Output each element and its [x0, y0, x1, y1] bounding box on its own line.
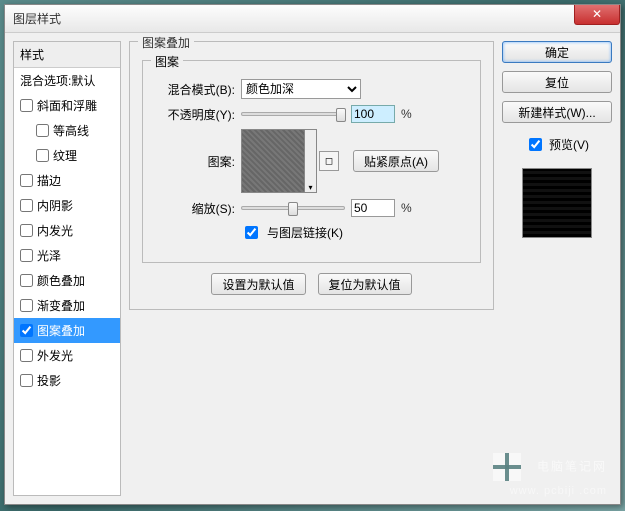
style-label: 描边 [37, 172, 61, 189]
snap-origin-button[interactable]: 贴紧原点(A) [353, 150, 439, 172]
group-title: 图案叠加 [138, 34, 194, 51]
reset-button[interactable]: 复位 [502, 71, 612, 93]
scale-slider-thumb[interactable] [288, 202, 298, 216]
scale-input[interactable] [351, 199, 395, 217]
style-checkbox[interactable] [36, 149, 49, 162]
settings-panel: 图案叠加 图案 混合模式(B): 颜色加深 不透明度(Y): [129, 41, 494, 496]
blend-mode-label: 混合模式(B): [155, 81, 235, 98]
style-label: 等高线 [53, 122, 89, 139]
style-checkbox[interactable] [20, 99, 33, 112]
style-checkbox[interactable] [20, 199, 33, 212]
style-item-5[interactable]: 内发光 [14, 218, 120, 243]
pattern-legend: 图案 [151, 53, 183, 70]
blend-options-label: 混合选项:默认 [20, 72, 95, 89]
styles-list-panel: 样式 混合选项:默认 斜面和浮雕等高线纹理描边内阴影内发光光泽颜色叠加渐变叠加图… [13, 41, 121, 496]
scale-slider[interactable] [241, 206, 345, 210]
style-label: 外发光 [37, 347, 73, 364]
new-style-button[interactable]: 新建样式(W)... [502, 101, 612, 123]
opacity-slider-thumb[interactable] [336, 108, 346, 122]
style-item-8[interactable]: 渐变叠加 [14, 293, 120, 318]
pattern-swatch[interactable] [241, 129, 305, 193]
scale-label: 缩放(S): [155, 200, 235, 217]
style-item-11[interactable]: 投影 [14, 368, 120, 393]
layer-style-dialog: 图层样式 ✕ 样式 混合选项:默认 斜面和浮雕等高线纹理描边内阴影内发光光泽颜色… [4, 4, 621, 505]
style-checkbox[interactable] [20, 349, 33, 362]
styles-header: 样式 [14, 42, 120, 68]
action-panel: 确定 复位 新建样式(W)... 预览(V) [502, 41, 612, 496]
new-preset-icon[interactable]: ◻ [319, 151, 339, 171]
titlebar[interactable]: 图层样式 ✕ [5, 5, 620, 33]
style-checkbox[interactable] [20, 224, 33, 237]
window-title: 图层样式 [13, 10, 61, 27]
pattern-label: 图案: [155, 129, 235, 170]
preview-label: 预览(V) [549, 136, 589, 153]
style-checkbox[interactable] [36, 124, 49, 137]
set-default-button[interactable]: 设置为默认值 [211, 273, 305, 295]
style-checkbox[interactable] [20, 249, 33, 262]
opacity-slider[interactable] [241, 112, 345, 116]
link-with-layer-label: 与图层链接(K) [267, 224, 343, 241]
style-item-1[interactable]: 等高线 [14, 118, 120, 143]
opacity-pct: % [401, 107, 412, 121]
blend-mode-select[interactable]: 颜色加深 [241, 79, 361, 99]
style-item-0[interactable]: 斜面和浮雕 [14, 93, 120, 118]
style-label: 斜面和浮雕 [37, 97, 97, 114]
style-label: 内阴影 [37, 197, 73, 214]
style-item-10[interactable]: 外发光 [14, 343, 120, 368]
style-checkbox[interactable] [20, 299, 33, 312]
style-label: 光泽 [37, 247, 61, 264]
pattern-overlay-group: 图案叠加 图案 混合模式(B): 颜色加深 不透明度(Y): [129, 41, 494, 310]
opacity-input[interactable] [351, 105, 395, 123]
style-label: 投影 [37, 372, 61, 389]
reset-default-button[interactable]: 复位为默认值 [318, 273, 412, 295]
style-item-9[interactable]: 图案叠加 [14, 318, 120, 343]
preview-thumbnail [522, 168, 592, 238]
style-item-4[interactable]: 内阴影 [14, 193, 120, 218]
style-checkbox[interactable] [20, 324, 33, 337]
close-button[interactable]: ✕ [574, 5, 620, 25]
opacity-label: 不透明度(Y): [155, 106, 235, 123]
link-with-layer-checkbox[interactable] [245, 226, 258, 239]
blend-options-item[interactable]: 混合选项:默认 [14, 68, 120, 93]
style-checkbox[interactable] [20, 274, 33, 287]
style-label: 内发光 [37, 222, 73, 239]
pattern-picker-arrow[interactable]: ▾ [305, 129, 317, 193]
style-label: 渐变叠加 [37, 297, 85, 314]
style-label: 颜色叠加 [37, 272, 85, 289]
dialog-content: 样式 混合选项:默认 斜面和浮雕等高线纹理描边内阴影内发光光泽颜色叠加渐变叠加图… [5, 33, 620, 504]
scale-pct: % [401, 201, 412, 215]
preview-checkbox[interactable] [529, 138, 542, 151]
style-item-6[interactable]: 光泽 [14, 243, 120, 268]
style-label: 纹理 [53, 147, 77, 164]
style-checkbox[interactable] [20, 374, 33, 387]
ok-button[interactable]: 确定 [502, 41, 612, 63]
style-item-7[interactable]: 颜色叠加 [14, 268, 120, 293]
pattern-group: 图案 混合模式(B): 颜色加深 不透明度(Y): % [142, 60, 481, 263]
style-item-3[interactable]: 描边 [14, 168, 120, 193]
style-label: 图案叠加 [37, 322, 85, 339]
style-checkbox[interactable] [20, 174, 33, 187]
style-item-2[interactable]: 纹理 [14, 143, 120, 168]
